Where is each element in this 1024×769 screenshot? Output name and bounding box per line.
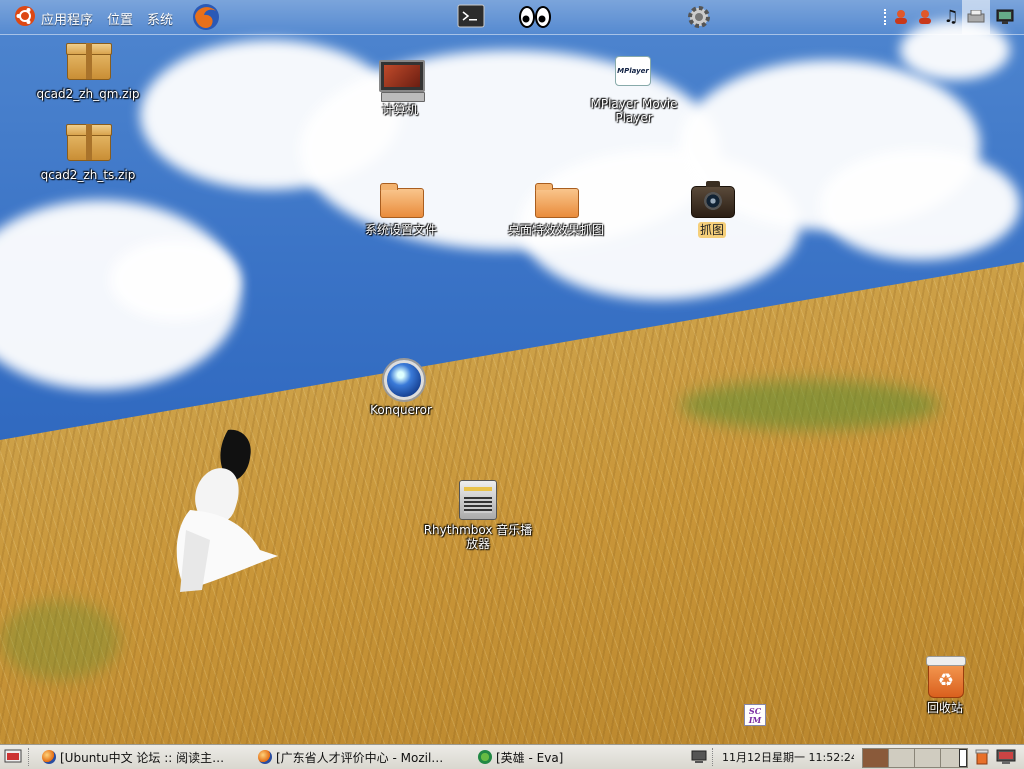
eyes-applet-icon[interactable] xyxy=(518,5,552,29)
trash-icon: ♻ xyxy=(922,656,968,698)
desktop-icon-rhythmbox[interactable]: Rhythmbox 音乐播放器 xyxy=(413,478,543,552)
panel-separator xyxy=(28,748,31,766)
network-monitor-icon[interactable] xyxy=(995,8,1015,26)
ubuntu-logo-icon[interactable] xyxy=(14,5,36,27)
desktop-icon-label: 抓图 xyxy=(697,222,726,238)
taskbar-button-eva[interactable]: [英雄 - Eva] xyxy=(478,747,658,767)
eva-app-icon xyxy=(478,750,492,764)
desktop-icon-label: 桌面特效效果抓图 xyxy=(507,223,604,237)
taskbar-button-label: [Ubuntu中文 论坛 :: 阅读主… xyxy=(60,750,225,765)
printer-icon[interactable] xyxy=(962,0,990,34)
panel-handle[interactable] xyxy=(884,9,892,25)
network-icon[interactable] xyxy=(690,748,708,766)
folder-icon xyxy=(533,178,579,220)
top-panel: 应用程序 位置 系统 ♫ xyxy=(0,0,1024,35)
scim-input-method-icon[interactable]: SC IM xyxy=(744,704,766,726)
taskbar-button-ubuntu-forum[interactable]: [Ubuntu中文 论坛 :: 阅读主… xyxy=(42,747,244,767)
desktop-icon-konqueror[interactable]: Konqueror xyxy=(336,358,466,418)
folder-icon xyxy=(378,178,424,220)
firefox-icon[interactable] xyxy=(190,1,222,33)
applications-menu[interactable]: 应用程序 xyxy=(41,9,93,28)
panel-separator xyxy=(712,748,715,766)
desktop-icon-trash[interactable]: ♻ 回收站 xyxy=(880,656,1010,716)
desktop-icon-qcad2-zh-qm[interactable]: qcad2_zh_qm.zip xyxy=(23,42,153,102)
system-menu[interactable]: 系统 xyxy=(147,9,173,28)
desktop-icon-computer[interactable]: 计算机 xyxy=(335,58,465,118)
desktop-icon-screenshot[interactable]: 抓图 xyxy=(647,178,777,238)
desktop-wallpaper xyxy=(0,0,1024,768)
desktop-icon-label: 计算机 xyxy=(381,103,418,117)
terminal-icon[interactable] xyxy=(456,3,486,31)
desktop-icon-label: 系统设置文件 xyxy=(364,223,437,237)
desktop-icon-qcad2-zh-ts[interactable]: qcad2_zh_ts.zip xyxy=(23,123,153,183)
taskbar-button-label: [英雄 - Eva] xyxy=(496,750,564,765)
desktop-icon-label: 回收站 xyxy=(926,701,963,715)
desktop-icon-label: MPlayer Movie Player xyxy=(590,97,678,125)
settings-gear-icon[interactable] xyxy=(684,2,714,32)
workspace-3[interactable] xyxy=(914,748,942,768)
taskbar-button-label: [广东省人才评价中心 - Mozil… xyxy=(276,750,444,765)
desktop-icon-label: Konqueror xyxy=(370,403,432,417)
taskbar-button-guangdong-talent[interactable]: [广东省人才评价中心 - Mozil… xyxy=(258,747,468,767)
workspace-1[interactable] xyxy=(862,748,890,768)
firefox-icon xyxy=(42,750,56,764)
firefox-icon xyxy=(258,750,272,764)
desktop-icon-desktop-effects-folder[interactable]: 桌面特效效果抓图 xyxy=(491,178,621,238)
trash-applet-icon[interactable] xyxy=(973,748,991,766)
computer-icon xyxy=(377,58,425,102)
bottom-panel: [Ubuntu中文 论坛 :: 阅读主… [广东省人才评价中心 - Mozil…… xyxy=(0,744,1024,769)
desktop-icon-mplayer[interactable]: MPlayer MPlayer Movie Player xyxy=(569,52,699,126)
places-menu[interactable]: 位置 xyxy=(107,9,133,28)
rhythmbox-icon xyxy=(455,478,501,520)
desktop-icon-label: Rhythmbox 音乐播放器 xyxy=(423,523,533,551)
workspace-scroll-handle[interactable] xyxy=(959,749,967,767)
desktop-icon-system-settings-folder[interactable]: 系统设置文件 xyxy=(336,178,466,238)
workspace-2[interactable] xyxy=(888,748,916,768)
mplayer-icon: MPlayer xyxy=(611,52,657,94)
zip-archive-icon xyxy=(65,123,112,165)
desktop-icon-label: qcad2_zh_qm.zip xyxy=(36,87,140,101)
desktop-icon-label: qcad2_zh_ts.zip xyxy=(40,168,136,182)
zip-archive-icon xyxy=(65,42,112,84)
clock-applet[interactable]: 11月12日星期一 11:52:24 xyxy=(722,747,854,767)
clock-text: 11月12日星期一 11:52:24 xyxy=(722,751,854,764)
computer-applet-icon[interactable] xyxy=(995,748,1017,766)
camera-icon xyxy=(689,178,735,220)
user-status-icon[interactable] xyxy=(892,8,910,26)
user-status-icon[interactable] xyxy=(916,8,934,26)
show-desktop-icon[interactable] xyxy=(3,748,23,766)
music-note-icon[interactable]: ♫ xyxy=(942,7,960,27)
konqueror-icon xyxy=(378,358,424,400)
